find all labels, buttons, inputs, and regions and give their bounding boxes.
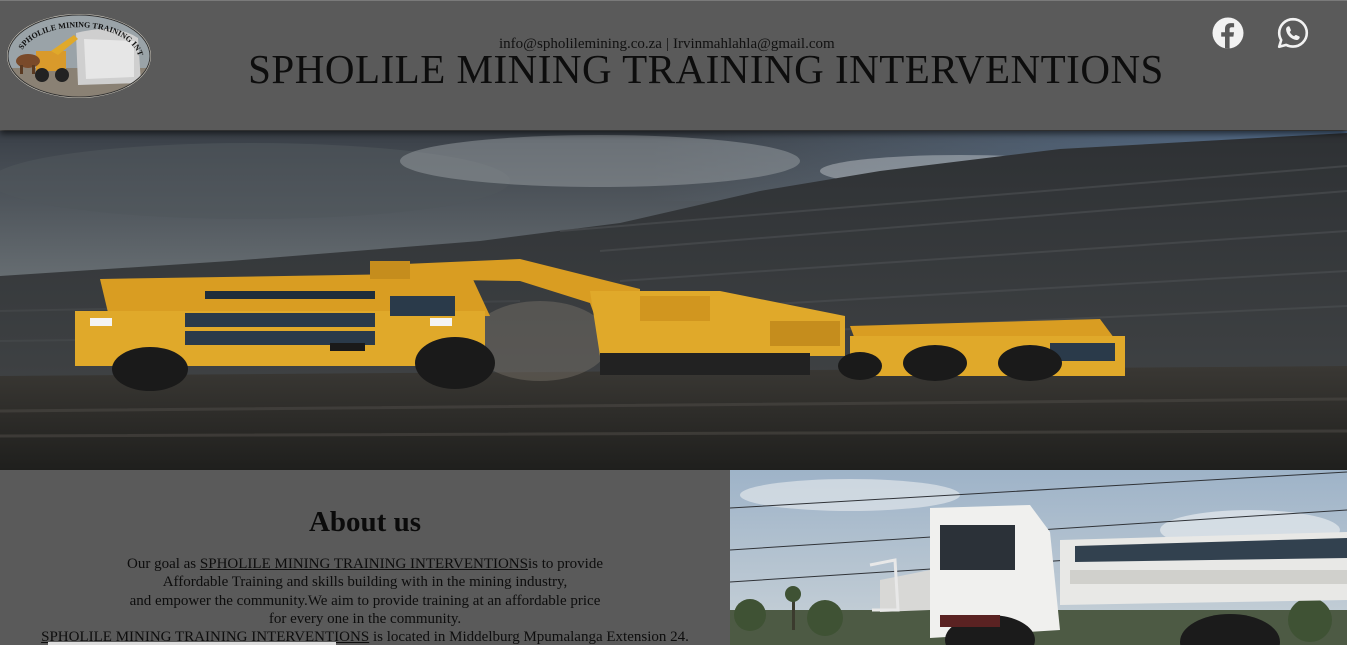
company-name-link[interactable]: SPHOLILE MINING TRAINING INTERVENTIONS — [200, 556, 528, 572]
about-section: About us Our goal as SPHOLILE MINING TRA… — [0, 470, 730, 645]
about-text: Our goal as SPHOLILE MINING TRAINING INT… — [0, 555, 730, 645]
site-title: SPHOLILE MINING TRAINING INTERVENTIONS — [248, 46, 1164, 92]
about-line-1: Our goal as SPHOLILE MINING TRAINING INT… — [0, 555, 730, 573]
site-header: SPHOLILE MINING TRAINING INTERVENTIONS i… — [0, 0, 1347, 130]
about-text-segment: is located in Middelburg Mpumalanga Exte… — [369, 629, 689, 645]
mining-truck-photo — [730, 470, 1347, 645]
about-text-segment: is to provide — [527, 556, 603, 572]
about-line-3: and empower the community.We aim to prov… — [129, 592, 601, 609]
about-line-2: Affordable Training and skills building … — [162, 574, 568, 591]
whatsapp-icon[interactable] — [1277, 17, 1309, 49]
hero-image — [0, 131, 1347, 470]
about-line-4: for every one in the community. — [268, 610, 462, 627]
facebook-icon[interactable] — [1212, 17, 1244, 49]
about-heading: About us — [308, 506, 422, 538]
about-text-segment: Our goal as — [127, 556, 200, 572]
